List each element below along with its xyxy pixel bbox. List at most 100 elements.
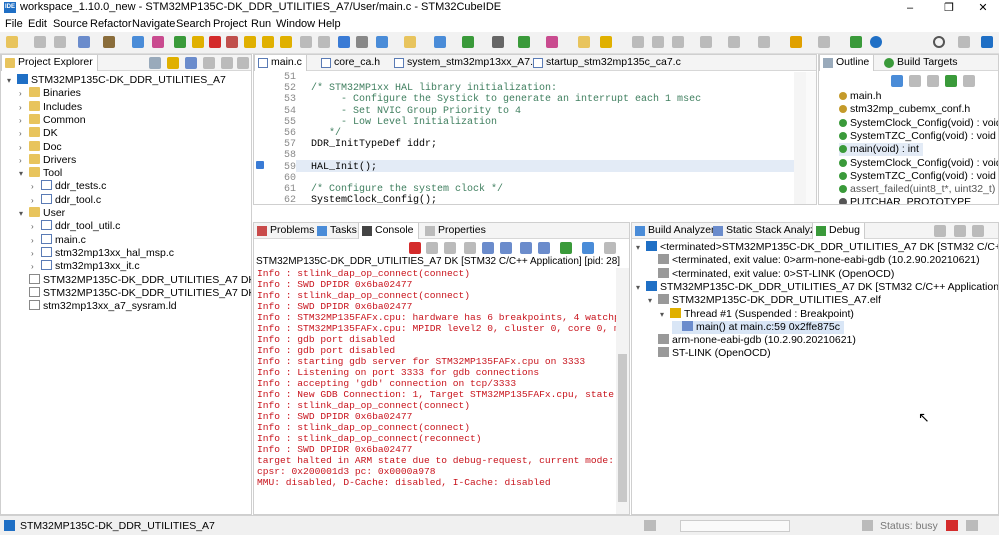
run-icon[interactable]	[518, 36, 530, 48]
tree-item[interactable]: › Binaries	[19, 87, 81, 100]
scroll-lock-icon[interactable]	[482, 242, 494, 254]
debug-item[interactable]: ▾ Thread #1 (Suspended : Breakpoint)	[660, 307, 854, 321]
outline-item[interactable]: main.h	[839, 90, 882, 103]
terminate-console-icon[interactable]	[409, 242, 421, 254]
open-folder-icon[interactable]	[404, 36, 416, 48]
outline-item[interactable]: assert_failed(uint8_t*, uint32_t) : vo	[839, 183, 998, 196]
menu-search[interactable]: Search	[176, 18, 211, 30]
perspective-icon[interactable]	[338, 36, 350, 48]
tree-item[interactable]: › main.c	[31, 233, 86, 247]
hide-fields-icon[interactable]	[909, 75, 921, 87]
remove-all-icon[interactable]	[444, 242, 456, 254]
expanded-arrow-icon[interactable]: ▾	[660, 308, 670, 321]
tab-problems[interactable]: Problems	[254, 223, 318, 239]
debug-item[interactable]: arm-none-eabi-gdb (10.2.90.20210621)	[648, 334, 856, 347]
tree-item[interactable]: › stm32mp13xx_hal_msp.c	[31, 246, 174, 260]
maximize-view-icon[interactable]	[237, 57, 249, 69]
collapse-all-icon[interactable]	[149, 57, 161, 69]
resume-icon[interactable]	[174, 36, 186, 48]
collapsed-arrow-icon[interactable]: ›	[31, 234, 41, 247]
suspend-icon[interactable]	[192, 36, 204, 48]
build-icon[interactable]	[103, 36, 115, 48]
outline-item[interactable]: main(void) : int	[839, 143, 923, 157]
tab-startup[interactable]: startup_stm32mp135c_ca7.c	[530, 55, 685, 71]
step-filter-icon[interactable]	[934, 225, 946, 237]
restart-icon[interactable]	[318, 36, 330, 48]
sort-icon[interactable]	[891, 75, 903, 87]
menu-file[interactable]: File	[5, 18, 23, 30]
progress-menu-icon[interactable]	[966, 520, 978, 531]
collapsed-arrow-icon[interactable]: ›	[19, 154, 29, 167]
new-icon[interactable]	[6, 36, 18, 48]
debug-item[interactable]: <terminated, exit value: 0>arm-none-eabi…	[648, 254, 980, 267]
tab-debug[interactable]: Debug	[812, 223, 865, 239]
filter-icon[interactable]	[185, 57, 197, 69]
tab-core-ca-h[interactable]: core_ca.h	[318, 55, 384, 71]
tab-system-stm32[interactable]: system_stm32mp13xx_A7.c	[391, 55, 542, 71]
console-output[interactable]: Info : stlink_dap_op_connect(connect) Inf…	[254, 268, 616, 514]
link-editor-icon[interactable]	[167, 57, 179, 69]
debug-item[interactable]: ▾ <terminated>STM32MP135C-DK_DDR_UTILITIE…	[636, 241, 998, 254]
collapsed-arrow-icon[interactable]: ›	[19, 127, 29, 140]
minimize-button[interactable]: –	[895, 0, 925, 16]
tab-build-targets[interactable]: Build Targets	[881, 55, 962, 71]
terminate-icon[interactable]	[209, 36, 221, 48]
progress-view-icon[interactable]	[644, 520, 656, 531]
menu-help[interactable]: Help	[318, 18, 341, 30]
show-stderr-icon[interactable]	[538, 242, 550, 254]
block-select-icon[interactable]	[672, 36, 684, 48]
tab-build-analyzer[interactable]: Build Analyzer	[632, 223, 719, 239]
tree-item[interactable]: STM32MP135C-DK_DDR_UTILITIES_A7 DK.cfg	[19, 273, 251, 287]
tree-item[interactable]: › Doc	[19, 140, 62, 154]
tree-item[interactable]: › Common	[19, 113, 86, 127]
expanded-arrow-icon[interactable]: ▾	[19, 167, 29, 180]
hide-nonpublic-icon[interactable]	[945, 75, 957, 87]
tree-item[interactable]: STM32MP135C-DK_DDR_UTILITIES_A7 DK.launc…	[19, 286, 251, 300]
debug-item[interactable]: ▾ STM32MP135C-DK_DDR_UTILITIES_A7.elf	[648, 294, 881, 307]
expanded-arrow-icon[interactable]: ▾	[7, 74, 17, 87]
clear-console-icon[interactable]	[464, 242, 476, 254]
tree-item[interactable]: › Includes	[19, 100, 82, 114]
outline-menu-icon[interactable]	[963, 75, 975, 87]
tree-item[interactable]: › Drivers	[19, 153, 76, 167]
remove-launch-icon[interactable]	[426, 242, 438, 254]
console-scroll-thumb[interactable]	[618, 354, 627, 502]
collapsed-arrow-icon[interactable]: ›	[31, 180, 41, 193]
word-wrap-console-icon[interactable]	[500, 242, 512, 254]
outline-item[interactable]: SystemClock_Config(void) : void	[839, 117, 998, 130]
collapsed-arrow-icon[interactable]: ›	[31, 260, 41, 273]
debug-bug-icon[interactable]	[492, 36, 504, 48]
word-wrap-icon[interactable]	[652, 36, 664, 48]
expanded-arrow-icon[interactable]: ▾	[648, 294, 658, 307]
save-icon[interactable]	[34, 36, 46, 48]
step-over-icon[interactable]	[262, 36, 274, 48]
tree-item[interactable]: ▾ User	[19, 207, 65, 220]
collapsed-arrow-icon[interactable]: ›	[19, 87, 29, 100]
new-class-icon[interactable]	[434, 36, 446, 48]
new-project-icon[interactable]	[376, 36, 388, 48]
last-edit-icon[interactable]	[758, 36, 770, 48]
collapsed-arrow-icon[interactable]: ›	[31, 220, 41, 233]
outline-item[interactable]: SystemTZC_Config(void) : void	[839, 170, 996, 183]
save-all-icon[interactable]	[54, 36, 66, 48]
minimize-view-icon[interactable]	[221, 57, 233, 69]
tab-outline[interactable]: Outline	[819, 55, 875, 71]
console-vscrollbar[interactable]	[616, 268, 629, 514]
stop-progress-icon[interactable]	[946, 520, 958, 531]
tree-item[interactable]: › ddr_tool.c	[31, 193, 101, 207]
tab-main-c[interactable]: main.c	[254, 55, 307, 71]
menu-project[interactable]: Project	[213, 18, 247, 30]
menu-navigate[interactable]: Navigate	[132, 18, 175, 30]
hide-static-icon[interactable]	[927, 75, 939, 87]
search-tool-icon[interactable]	[600, 36, 612, 48]
pin-console-icon[interactable]	[560, 242, 572, 254]
expanded-arrow-icon[interactable]: ▾	[636, 241, 646, 254]
debug-item[interactable]: ST-LINK (OpenOCD)	[648, 347, 771, 360]
tree-item[interactable]: › stm32mp13xx_it.c	[31, 260, 140, 273]
outline-item[interactable]: stm32mp_cubemx_conf.h	[839, 103, 970, 116]
settings-icon[interactable]	[78, 36, 90, 48]
display-console-icon[interactable]	[582, 242, 594, 254]
show-stdout-icon[interactable]	[520, 242, 532, 254]
prev-annotation-icon[interactable]	[728, 36, 740, 48]
debug-item[interactable]: main() at main.c:59 0x2ffe875c	[672, 320, 844, 334]
